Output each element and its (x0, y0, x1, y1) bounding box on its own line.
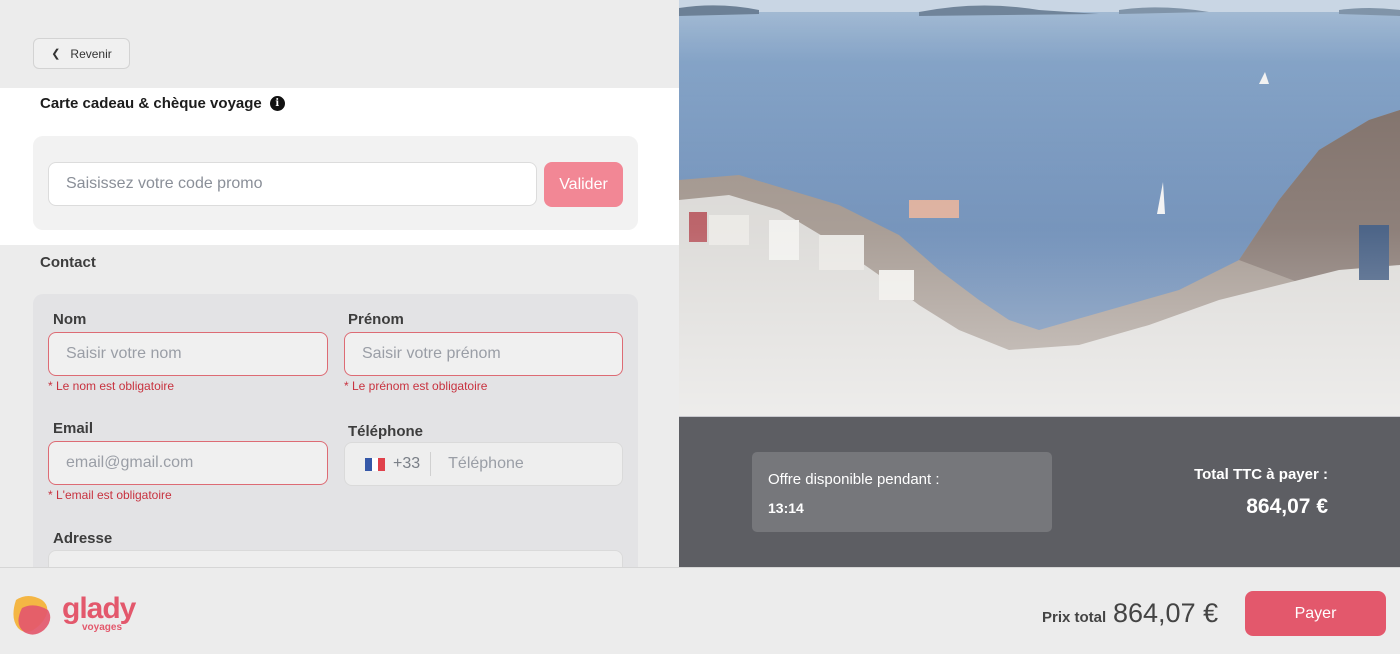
first-name-input[interactable] (344, 332, 623, 376)
promo-code-input[interactable] (48, 162, 537, 206)
offer-label: Offre disponible pendant : (768, 471, 940, 488)
dial-code[interactable]: +33 (393, 455, 420, 473)
brand-name: glady (62, 592, 136, 625)
brand-subtitle: voyages (82, 622, 123, 633)
checkout-footer: glady voyages Prix total 864,07 € Payer (0, 567, 1400, 654)
email-label: Email (53, 420, 94, 437)
address-label: Adresse (53, 530, 113, 547)
checkout-form-panel: ❮ Revenir Carte cadeau & chèque voyage i… (0, 0, 679, 567)
offer-countdown-card: Offre disponible pendant : 13:14 (752, 452, 1052, 532)
first-name-error: * Le prénom est obligatoire (344, 379, 488, 393)
last-name-input[interactable] (48, 332, 328, 376)
total-ttc-label: Total TTC à payer : (1194, 466, 1328, 483)
email-error: * L'email est obligatoire (48, 488, 172, 502)
last-name-error: * Le nom est obligatoire (48, 379, 175, 393)
pay-button[interactable]: Payer (1245, 591, 1386, 636)
gift-card-title: Carte cadeau & chèque voyage i (40, 95, 285, 112)
first-name-label: Prénom (348, 311, 404, 328)
offer-timer: 13:14 (768, 500, 804, 516)
gift-card-section: Carte cadeau & chèque voyage i Valider (0, 88, 679, 245)
gift-card-title-text: Carte cadeau & chèque voyage (40, 95, 262, 112)
phone-field: +33 (344, 442, 623, 486)
total-price-value: 864,07 € (1113, 598, 1219, 628)
last-name-label: Nom (53, 311, 87, 328)
order-summary: Offre disponible pendant : 13:14 Total T… (679, 417, 1400, 567)
glady-logo-icon (13, 596, 51, 635)
info-icon[interactable]: i (269, 96, 285, 111)
chevron-left-icon: ❮ (51, 48, 61, 60)
address-input[interactable] (48, 550, 623, 567)
contact-section-title: Contact (40, 254, 96, 271)
santorini-landscape-illustration (679, 0, 1400, 416)
validate-promo-button[interactable]: Valider (544, 162, 623, 207)
france-flag-icon[interactable] (365, 457, 386, 471)
phone-divider (430, 452, 432, 476)
promo-code-box: Valider (33, 136, 638, 230)
back-button-label: Revenir (70, 46, 112, 61)
total-ttc-value: 864,07 € (1246, 495, 1328, 518)
phone-label: Téléphone (348, 423, 424, 440)
total-price-label: Prix total (1042, 609, 1107, 626)
back-button[interactable]: ❮ Revenir (33, 38, 130, 69)
contact-form: Nom * Le nom est obligatoire Prénom * Le… (33, 294, 638, 567)
phone-input[interactable] (448, 455, 599, 473)
email-input[interactable] (48, 441, 328, 485)
glady-logo: glady voyages (12, 592, 162, 636)
destination-photo (679, 0, 1400, 416)
